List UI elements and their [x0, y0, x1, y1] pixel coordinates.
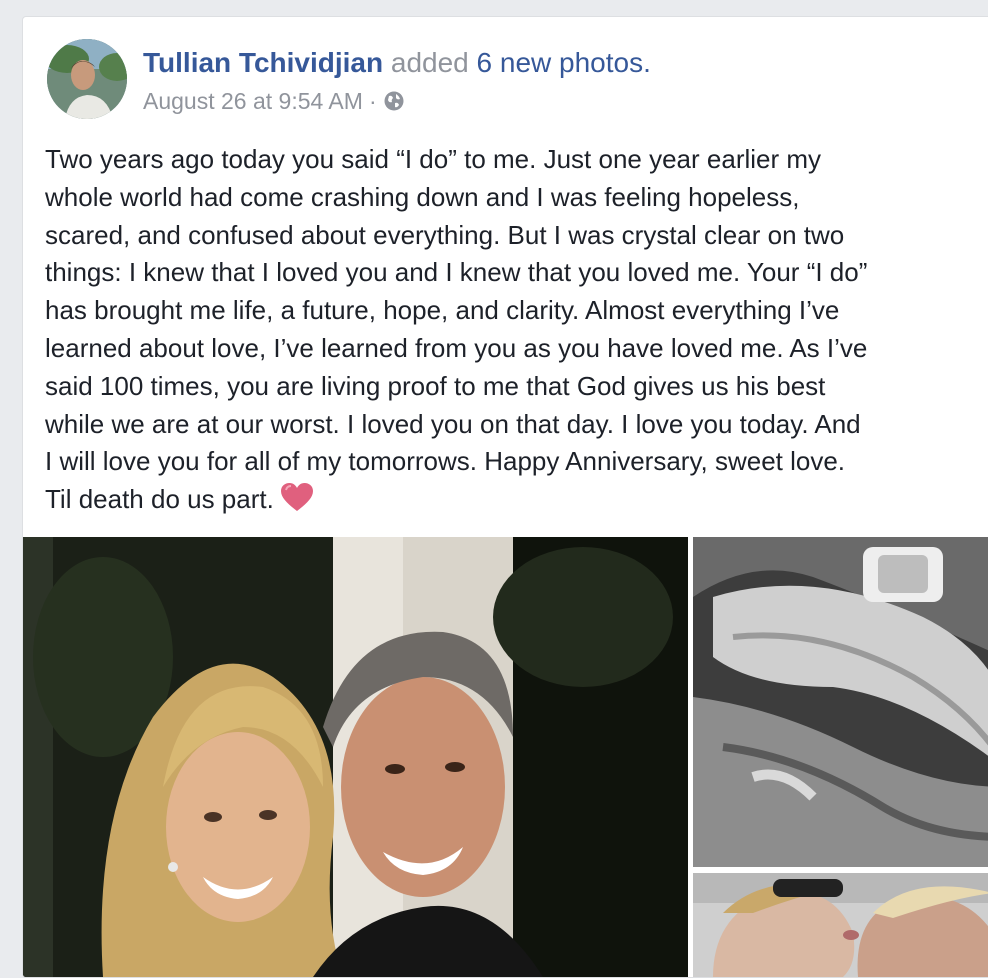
- hands-rings-photo[interactable]: [693, 537, 988, 867]
- post-text-line: I will love you for all of my tomorrows.…: [45, 446, 846, 477]
- timestamp-link[interactable]: August 26 at 9:54 AM: [143, 87, 363, 115]
- post-text-line: whole world had come crashing down and I…: [45, 181, 800, 212]
- post-text-line: scared, and confused about everything. B…: [45, 219, 845, 250]
- post-text-line: Two years ago today you said “I do” to m…: [45, 144, 822, 174]
- photo-grid: [23, 537, 988, 977]
- post-text-line: Til death do us part.: [45, 484, 274, 515]
- photos-link[interactable]: 6 new photos.: [477, 47, 651, 78]
- post-text-line: has brought me life, a future, hope, and…: [45, 295, 840, 326]
- meta-separator: ·: [368, 88, 377, 114]
- post-text-last-line: Til death do us part.: [45, 481, 988, 519]
- kiss-photo[interactable]: [693, 873, 988, 977]
- post-text-line: things: I knew that I loved you and I kn…: [45, 257, 868, 288]
- post-meta: August 26 at 9:54 AM ·: [143, 87, 405, 115]
- avatar[interactable]: [47, 39, 127, 119]
- action-text: added: [390, 47, 469, 78]
- globe-icon[interactable]: [383, 90, 405, 112]
- heart-emoji-icon: [280, 482, 314, 523]
- couple-photo[interactable]: [23, 537, 688, 977]
- post-text-line: while we are at our worst. I loved you o…: [45, 408, 861, 439]
- post-text-line: learned about love, I’ve learned from yo…: [45, 332, 868, 363]
- post-card: Tullian Tchividjian added 6 new photos. …: [22, 16, 988, 978]
- author-name-link[interactable]: Tullian Tchividjian: [143, 47, 383, 78]
- post-text-line: said 100 times, you are living proof to …: [45, 370, 826, 401]
- post-header-title: Tullian Tchividjian added 6 new photos.: [143, 47, 651, 79]
- post-text: Two years ago today you said “I do” to m…: [45, 141, 988, 519]
